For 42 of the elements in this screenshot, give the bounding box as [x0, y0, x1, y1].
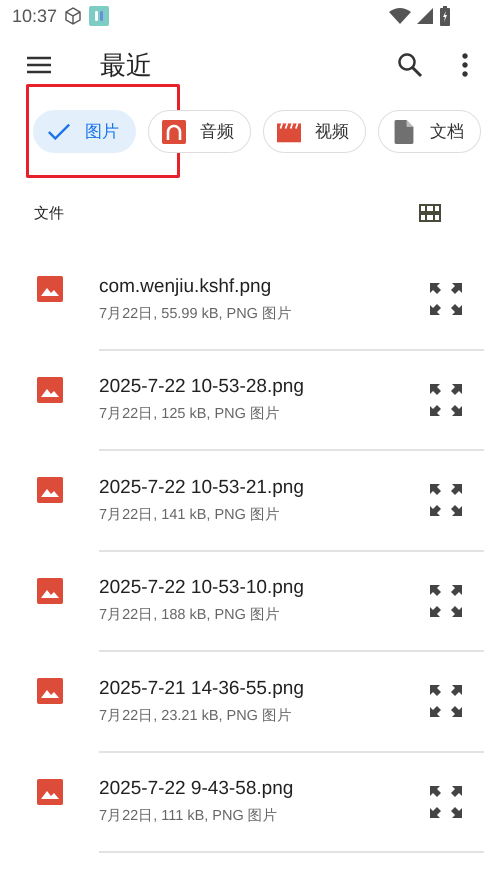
filter-chip[interactable]: 文档 — [378, 110, 481, 153]
file-name[interactable]: 2025-7-21 14-36-55.png — [99, 678, 304, 700]
expand-icon[interactable] — [430, 283, 462, 316]
filter-chip[interactable]: 视频 — [263, 110, 366, 153]
battery-icon — [439, 6, 451, 26]
search-icon[interactable] — [397, 52, 423, 78]
status-time: 10:37 — [12, 6, 58, 26]
wifi-icon — [389, 8, 411, 24]
filter-chip[interactable]: 图片 — [33, 110, 136, 153]
file-name[interactable]: 2025-7-22 9-43-58.png — [99, 778, 294, 800]
grid-view-icon[interactable] — [419, 204, 441, 222]
image-file-icon — [37, 276, 63, 302]
app-notification-icon — [89, 6, 110, 26]
signal-icon — [417, 8, 433, 24]
expand-icon[interactable] — [430, 685, 462, 718]
image-file-icon — [37, 477, 63, 503]
expand-icon[interactable] — [430, 484, 462, 516]
file-details: 7月22日, 23.21 kB, PNG 图片 — [99, 706, 293, 725]
image-file-icon — [37, 678, 63, 704]
document-icon — [392, 120, 416, 144]
section-label: 文件 — [34, 204, 64, 222]
image-file-icon — [37, 376, 63, 402]
cube-icon — [63, 6, 84, 26]
image-file-icon — [37, 578, 63, 604]
file-name[interactable]: com.wenjiu.kshf.png — [99, 276, 292, 298]
file-name[interactable]: 2025-7-22 10-53-28.png — [99, 376, 304, 398]
more-options-icon[interactable] — [461, 53, 469, 77]
file-name[interactable]: 2025-7-22 10-53-10.png — [99, 577, 304, 600]
expand-icon[interactable] — [430, 786, 462, 818]
file-details: 7月22日, 55.99 kB, PNG 图片 — [99, 304, 292, 323]
menu-icon[interactable] — [26, 55, 52, 75]
file-name[interactable]: 2025-7-22 10-53-21.png — [99, 476, 304, 499]
file-details: 7月22日, 141 kB, PNG 图片 — [99, 506, 281, 524]
file-details: 7月22日, 111 kB, PNG 图片 — [99, 807, 279, 826]
screen-title: 最近 — [100, 50, 152, 82]
headphones-icon — [162, 120, 186, 144]
filter-chip[interactable]: 音频 — [148, 110, 251, 153]
file-details: 7月22日, 188 kB, PNG 图片 — [99, 606, 281, 624]
image-file-icon — [37, 778, 63, 804]
file-details: 7月22日, 125 kB, PNG 图片 — [99, 405, 281, 424]
expand-icon[interactable] — [430, 584, 462, 617]
expand-icon[interactable] — [430, 384, 462, 416]
